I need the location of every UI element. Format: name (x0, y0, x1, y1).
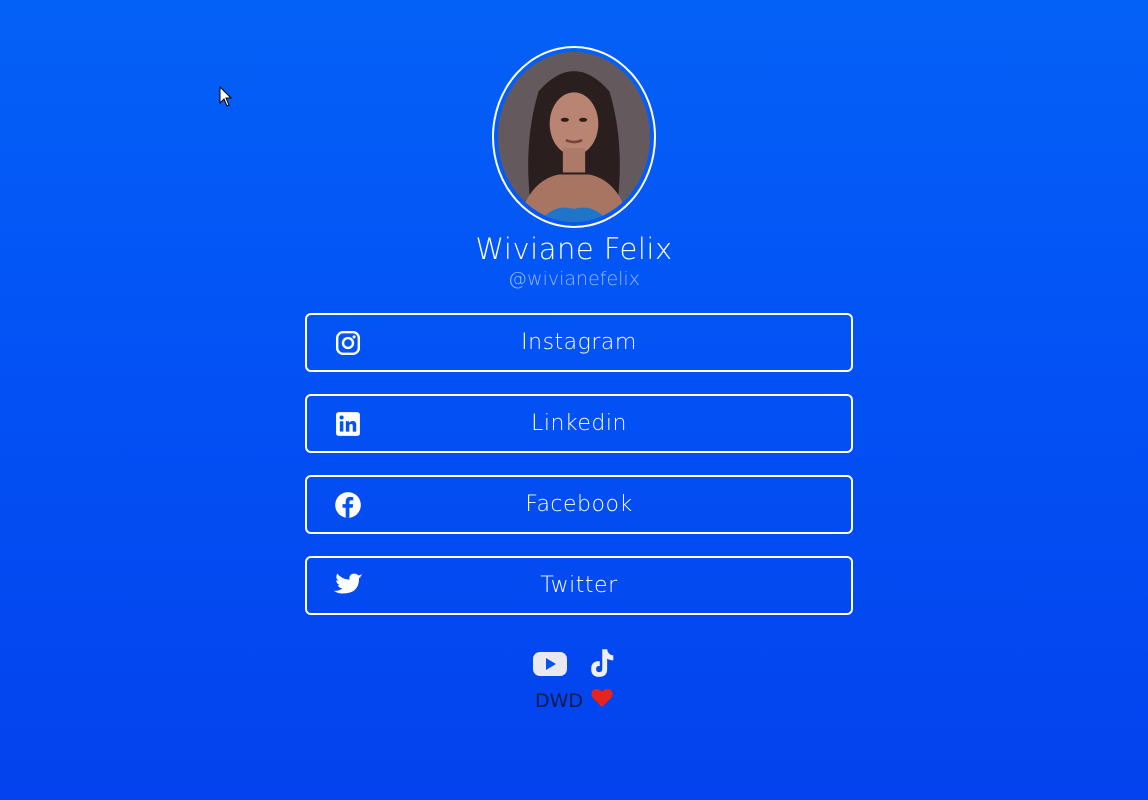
profile-name: Wiviane Felix (475, 232, 673, 266)
instagram-label: Instagram (521, 330, 637, 355)
linkedin-label: Linkedin (531, 411, 627, 436)
facebook-label: Facebook (525, 492, 633, 517)
credit-text: DWD (534, 689, 584, 712)
instagram-button[interactable]: Instagram (305, 313, 853, 372)
profile-handle: @wivianefelix (508, 268, 640, 290)
footer: DWD (0, 648, 1148, 713)
facebook-button[interactable]: Facebook (305, 475, 853, 534)
twitter-button[interactable]: Twitter (305, 556, 853, 615)
credit-line: DWD (0, 688, 1148, 713)
facebook-icon (333, 490, 363, 520)
social-icons (0, 648, 1148, 684)
tiktok-icon[interactable] (586, 648, 616, 684)
link-list: Instagram Linkedin Facebook Twitter (305, 313, 853, 637)
avatar (492, 46, 656, 228)
instagram-icon (333, 328, 363, 358)
linkedin-button[interactable]: Linkedin (305, 394, 853, 453)
profile-photo (498, 52, 650, 222)
youtube-icon[interactable] (532, 651, 568, 681)
linkedin-icon (333, 409, 363, 439)
heart-icon (591, 688, 613, 713)
twitter-label: Twitter (540, 573, 618, 598)
twitter-icon (333, 571, 363, 601)
profile-header: Wiviane Felix @wivianefelix (0, 46, 1148, 290)
